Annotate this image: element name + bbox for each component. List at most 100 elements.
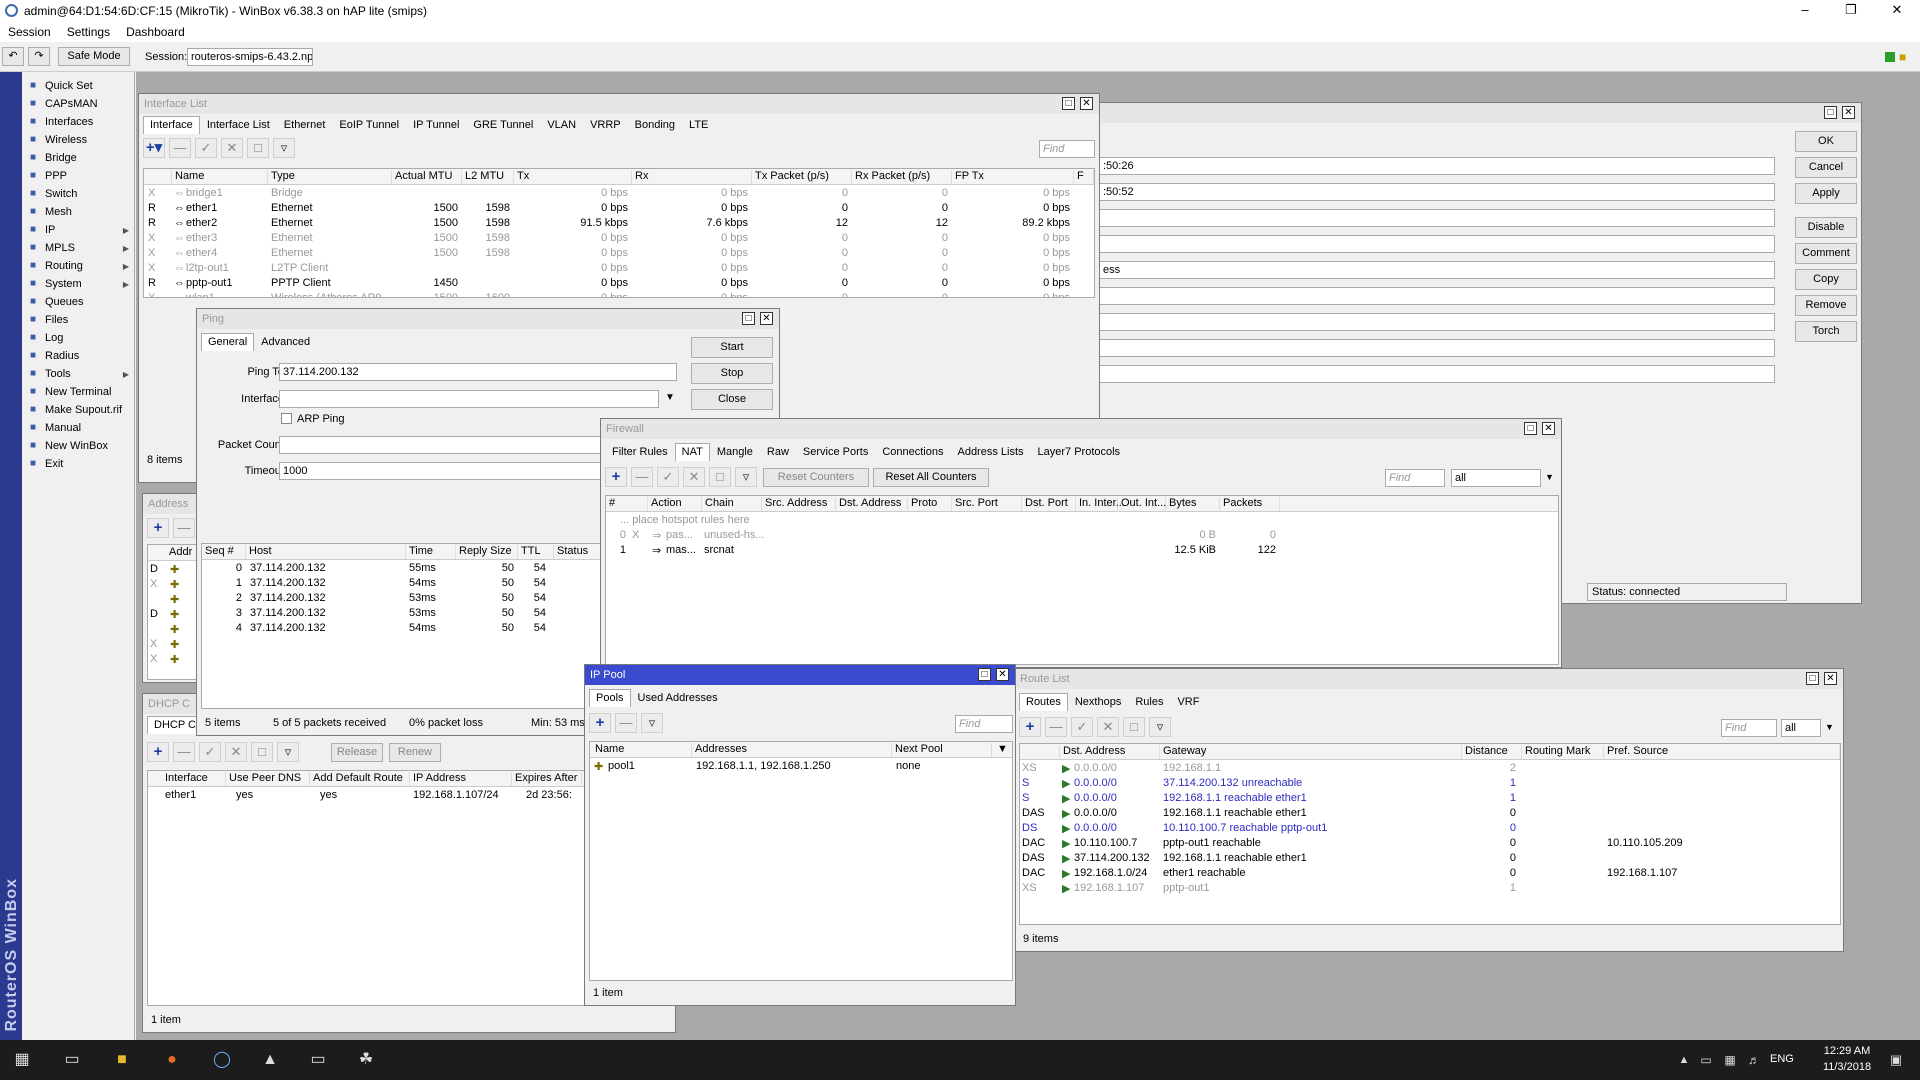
enable-button[interactable]: ✓: [199, 742, 221, 762]
firewall-tab-connections[interactable]: Connections: [875, 443, 950, 461]
detail-field-9[interactable]: [1099, 365, 1775, 383]
copy-button[interactable]: Copy: [1795, 269, 1857, 290]
table-row[interactable]: DAC ▶ 10.110.100.7 pptp-out1 reachable 0 10.1…: [1020, 836, 1840, 851]
remove-button[interactable]: —: [173, 518, 195, 538]
maximize-icon[interactable]: □: [1524, 422, 1537, 435]
route-tab-vrf[interactable]: VRF: [1170, 693, 1206, 711]
chevron-up-icon[interactable]: ▲: [1672, 1048, 1696, 1072]
table-row[interactable]: 4 37.114.200.132 54ms 50 54: [202, 621, 630, 636]
remove-button[interactable]: —: [173, 742, 195, 762]
table-row[interactable]: R ⇔ ether1 Ethernet 1500 1598 0 bps 0 bps 0 0 0 bp…: [144, 201, 1094, 216]
photos-icon[interactable]: ▲: [258, 1048, 282, 1072]
file-explorer-icon[interactable]: ■: [110, 1048, 134, 1072]
table-row[interactable]: X ⇔ bridge1 Bridge 0 bps 0 bps 0 0 0 bps: [144, 186, 1094, 201]
winbox-taskbar-icon[interactable]: ◯: [210, 1048, 234, 1072]
comment-button[interactable]: □: [251, 742, 273, 762]
sidebar-item-tools[interactable]: ■ Tools ▶: [26, 364, 131, 384]
col-fw-dst-address[interactable]: Dst. Address: [836, 497, 908, 511]
disable-button[interactable]: Disable: [1795, 217, 1857, 238]
filter-icon[interactable]: ▿: [641, 713, 663, 733]
table-row[interactable]: ✚ pool1 192.168.1.1, 192.168.1.250 none: [590, 759, 1012, 774]
tab-used-addresses[interactable]: Used Addresses: [631, 689, 725, 707]
detail-field-2[interactable]: :50:52: [1099, 183, 1775, 201]
col-fw-action[interactable]: Action: [648, 497, 702, 511]
col-flag[interactable]: [1020, 745, 1060, 759]
chevron-down-icon[interactable]: ▼: [994, 743, 1012, 757]
col-name[interactable]: Name: [592, 743, 692, 757]
restore-icon[interactable]: ❐: [1828, 0, 1874, 22]
interface-tab-ethernet[interactable]: Ethernet: [277, 116, 333, 134]
sidebar-item-queues[interactable]: ■ Queues: [26, 292, 131, 312]
renew-button[interactable]: Renew: [389, 743, 441, 762]
sidebar-item-system[interactable]: ■ System ▶: [26, 274, 131, 294]
table-row[interactable]: D ✚: [148, 607, 200, 622]
table-row[interactable]: 2 37.114.200.132 53ms 50 54: [202, 591, 630, 606]
filter-select[interactable]: all: [1781, 719, 1821, 737]
windows-start-icon[interactable]: ▦: [10, 1048, 34, 1072]
menu-settings[interactable]: Settings: [59, 25, 118, 39]
close-icon[interactable]: ✕: [1874, 0, 1920, 22]
undo-button[interactable]: ↶: [2, 47, 24, 66]
col-fw-bytes[interactable]: Bytes: [1166, 497, 1220, 511]
table-row[interactable]: X ✚: [148, 637, 200, 652]
firewall-tab-raw[interactable]: Raw: [760, 443, 796, 461]
table-row[interactable]: DS ▶ 0.0.0.0/0 10.110.100.7 reachable pptp-…: [1020, 821, 1840, 836]
detail-field-7[interactable]: [1099, 313, 1775, 331]
col-fw-proto[interactable]: Proto: [908, 497, 952, 511]
col-dst-address[interactable]: Dst. Address: [1060, 745, 1160, 759]
table-row[interactable]: ✚: [148, 592, 200, 607]
col-name[interactable]: Name: [172, 170, 268, 184]
firefox-icon[interactable]: ●: [160, 1048, 184, 1072]
tab-general[interactable]: General: [201, 333, 255, 351]
interface-select[interactable]: [279, 390, 659, 408]
interface-tab-ip-tunnel[interactable]: IP Tunnel: [406, 116, 466, 134]
chevron-down-icon[interactable]: ▼: [665, 392, 675, 403]
table-row[interactable]: ✚: [148, 622, 200, 637]
table-row[interactable]: DAS ▶ 37.114.200.132 192.168.1.1 reachable …: [1020, 851, 1840, 866]
disable-button[interactable]: ✕: [221, 138, 243, 158]
table-row[interactable]: DAC ▶ 192.168.1.0/24 ether1 reachable 0 192.1…: [1020, 866, 1840, 881]
col-rx-packet[interactable]: Rx Packet (p/s): [852, 170, 952, 184]
clock-time[interactable]: 12:29 AM: [1812, 1045, 1882, 1057]
sidebar-item-make-supout-rif[interactable]: ■ Make Supout.rif: [26, 400, 131, 420]
close-icon[interactable]: ✕: [1080, 97, 1093, 110]
col-reply-size[interactable]: Reply Size: [456, 545, 518, 559]
disable-button[interactable]: ✕: [225, 742, 247, 762]
filter-icon[interactable]: ▿: [735, 467, 757, 487]
remove-button[interactable]: —: [169, 138, 191, 158]
notifications-icon[interactable]: ▣: [1884, 1048, 1908, 1072]
table-row[interactable]: X ⇔ ether3 Ethernet 1500 1598 0 bps 0 bps 0 0 0 bp…: [144, 231, 1094, 246]
maximize-icon[interactable]: □: [1062, 97, 1075, 110]
tab-pools[interactable]: Pools: [589, 689, 631, 707]
torch-button[interactable]: Torch: [1795, 321, 1857, 342]
reset-counters-button[interactable]: Reset Counters: [763, 468, 869, 487]
interface-tab-lte[interactable]: LTE: [682, 116, 715, 134]
sidebar-item-exit[interactable]: ■ Exit: [26, 454, 131, 474]
volume-icon[interactable]: ♬: [1742, 1048, 1766, 1072]
col-fw-src-port[interactable]: Src. Port: [952, 497, 1022, 511]
redo-button[interactable]: ↷: [28, 47, 50, 66]
detail-field-1[interactable]: :50:26: [1099, 157, 1775, 175]
col-addresses[interactable]: Addresses: [692, 743, 892, 757]
col-type[interactable]: Type: [268, 170, 392, 184]
detail-field-5[interactable]: ess: [1099, 261, 1775, 279]
col-f[interactable]: F: [1074, 170, 1094, 184]
col-rx[interactable]: Rx: [632, 170, 752, 184]
remove-button[interactable]: Remove: [1795, 295, 1857, 316]
filter-select[interactable]: all: [1451, 469, 1541, 487]
interface-tab-eoip-tunnel[interactable]: EoIP Tunnel: [332, 116, 406, 134]
chevron-down-icon[interactable]: ▼: [1545, 472, 1554, 482]
firewall-tab-mangle[interactable]: Mangle: [710, 443, 760, 461]
menu-dashboard[interactable]: Dashboard: [118, 25, 193, 39]
sidebar-item-files[interactable]: ■ Files: [26, 310, 131, 330]
sidebar-item-routing[interactable]: ■ Routing ▶: [26, 256, 131, 276]
cancel-button[interactable]: Cancel: [1795, 157, 1857, 178]
add-button[interactable]: +: [147, 518, 169, 538]
firewall-tab-filter-rules[interactable]: Filter Rules: [605, 443, 675, 461]
release-button[interactable]: Release: [331, 743, 383, 762]
table-row[interactable]: X ⇔ l2tp-out1 L2TP Client 0 bps 0 bps 0 0 0 bps: [144, 261, 1094, 276]
remove-button[interactable]: —: [631, 467, 653, 487]
sidebar-item-new-winbox[interactable]: ■ New WinBox: [26, 436, 131, 456]
interface-tab-interface-list[interactable]: Interface List: [200, 116, 277, 134]
add-button[interactable]: +: [589, 713, 611, 733]
